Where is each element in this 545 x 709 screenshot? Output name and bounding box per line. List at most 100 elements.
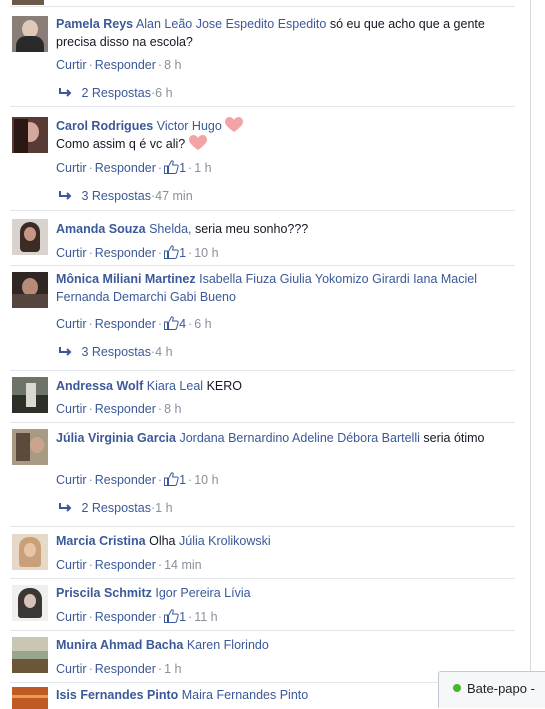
comment-time[interactable]: 10 h (194, 473, 218, 487)
comment-text: seria meu sonho??? (194, 222, 309, 236)
avatar[interactable] (12, 377, 48, 413)
replies-time: 4 h (155, 345, 173, 359)
like-button[interactable]: Curtir (56, 58, 87, 72)
reply-button[interactable]: Responder (95, 662, 156, 676)
comment: Pamela Reys Alan Leão Jose Espedito Espe… (10, 6, 515, 107)
comment-actions: Curtir · Responder · 1 h (56, 662, 182, 676)
comment-time[interactable]: 8 h (164, 58, 181, 72)
reply-arrow-icon (59, 503, 72, 512)
comment: Priscila Schmitz Igor Pereira Lívia Curt… (10, 578, 515, 631)
avatar[interactable] (12, 585, 48, 621)
tagged-users[interactable]: Igor Pereira Lívia (155, 586, 250, 600)
comment-author[interactable]: Andressa Wolf (56, 379, 143, 393)
like-button[interactable]: Curtir (56, 473, 87, 487)
reply-button[interactable]: Responder (95, 402, 156, 416)
replies-link[interactable]: 3 Respostas·47 min (56, 187, 193, 205)
like-button[interactable]: Curtir (56, 558, 87, 572)
tagged-users[interactable]: Kiara Leal (147, 379, 203, 393)
avatar[interactable] (12, 272, 48, 308)
like-button[interactable]: Curtir (56, 317, 87, 331)
comment-actions: Curtir · Responder · 8 h (56, 58, 182, 72)
reply-button[interactable]: Responder (95, 317, 156, 331)
comment-actions: Curtir · Responder · 4 · 6 h (56, 316, 212, 331)
replies-time: 1 h (155, 501, 173, 515)
comment: Mônica Miliani Martinez Isabella Fiuza G… (10, 265, 515, 371)
reply-button[interactable]: Responder (95, 58, 156, 72)
tagged-users[interactable]: Jordana Bernardino Adeline Débora Bartel… (179, 431, 419, 445)
reply-arrow-icon (59, 191, 72, 200)
heart-emoji-icon (188, 135, 207, 150)
comment-time[interactable]: 1 h (164, 662, 181, 676)
like-count[interactable]: 1 (179, 161, 186, 175)
comment-feed: Pamela Reys Alan Leão Jose Espedito Espe… (0, 0, 531, 709)
comment-actions: Curtir · Responder · 1 · 10 h (56, 472, 219, 487)
thumbs-up-icon (164, 472, 179, 486)
like-count[interactable]: 1 (179, 610, 186, 624)
avatar[interactable] (12, 0, 44, 5)
tagged-users[interactable]: Júlia Krolikowski (179, 534, 271, 548)
comment-author[interactable]: Pamela Reys (56, 17, 133, 31)
tagged-users[interactable]: Karen Florindo (187, 638, 269, 652)
comment-actions: Curtir · Responder · 1 · 10 h (56, 245, 219, 260)
avatar[interactable] (12, 16, 48, 52)
reply-button[interactable]: Responder (95, 610, 156, 624)
chat-label[interactable]: Bate-papo - (467, 681, 535, 696)
like-button[interactable]: Curtir (56, 161, 87, 175)
like-button[interactable]: Curtir (56, 610, 87, 624)
comment-time[interactable]: 6 h (194, 317, 211, 331)
comment-text: seria ótimo (423, 431, 485, 445)
online-status-icon (453, 684, 461, 692)
like-button[interactable]: Curtir (56, 246, 87, 260)
like-button[interactable]: Curtir (56, 662, 87, 676)
avatar[interactable] (12, 534, 48, 570)
comment-author[interactable]: Isis Fernandes Pinto (56, 688, 178, 702)
reply-button[interactable]: Responder (95, 161, 156, 175)
replies-link[interactable]: 3 Respostas·4 h (56, 343, 173, 361)
avatar[interactable] (12, 219, 48, 255)
tagged-users[interactable]: Victor Hugo (157, 119, 222, 133)
replies-time: 47 min (155, 189, 193, 203)
comment-author[interactable]: Carol Rodrigues (56, 119, 153, 133)
chat-tab[interactable]: Bate-papo - (438, 671, 545, 708)
comment-author[interactable]: Mônica Miliani Martinez (56, 272, 196, 286)
reply-button[interactable]: Responder (95, 246, 156, 260)
comment-text: Como assim q é vc ali? (56, 137, 186, 151)
comment-actions: Curtir · Responder · 8 h (56, 402, 182, 416)
comment-text: KERO (206, 379, 242, 393)
tagged-users[interactable]: Maira Fernandes Pinto (182, 688, 308, 702)
reply-button[interactable]: Responder (95, 473, 156, 487)
comment: Amanda Souza Shelda, seria meu sonho??? … (10, 210, 515, 266)
like-count[interactable]: 1 (179, 473, 186, 487)
tagged-users[interactable]: Shelda, (149, 222, 191, 236)
comment-author[interactable]: Amanda Souza (56, 222, 146, 236)
replies-time: 6 h (155, 86, 173, 100)
comment-time[interactable]: 1 h (194, 161, 211, 175)
comment-author[interactable]: Júlia Virginia Garcia (56, 431, 176, 445)
replies-count[interactable]: 2 Respostas (81, 501, 150, 515)
replies-count[interactable]: 3 Respostas (81, 189, 150, 203)
comment-author[interactable]: Marcia Cristina (56, 534, 146, 548)
comment-actions: Curtir · Responder · 1 · 1 h (56, 160, 212, 175)
heart-emoji-icon (225, 117, 244, 132)
reply-button[interactable]: Responder (95, 558, 156, 572)
replies-link[interactable]: 2 Respostas·1 h (56, 499, 173, 517)
replies-link[interactable]: 2 Respostas·6 h (56, 84, 173, 102)
comment-author[interactable]: Munira Ahmad Bacha (56, 638, 183, 652)
like-count[interactable]: 4 (179, 317, 186, 331)
comment-author[interactable]: Priscila Schmitz (56, 586, 152, 600)
replies-count[interactable]: 3 Respostas (81, 345, 150, 359)
comment-text: Olha (149, 534, 176, 548)
tagged-users[interactable]: Alan Leão Jose Espedito Espedito (136, 17, 326, 31)
comment-time[interactable]: 11 h (194, 610, 217, 624)
avatar[interactable] (12, 117, 48, 153)
replies-count[interactable]: 2 Respostas (81, 86, 150, 100)
avatar[interactable] (12, 429, 48, 465)
comment-time[interactable]: 8 h (164, 402, 181, 416)
avatar[interactable] (12, 687, 48, 709)
comment-time[interactable]: 14 min (164, 558, 202, 572)
avatar[interactable] (12, 637, 48, 673)
like-button[interactable]: Curtir (56, 402, 87, 416)
like-count[interactable]: 1 (179, 246, 186, 260)
comment: Carol Rodrigues Victor Hugo Como assim q… (10, 106, 515, 211)
comment-time[interactable]: 10 h (194, 246, 218, 260)
